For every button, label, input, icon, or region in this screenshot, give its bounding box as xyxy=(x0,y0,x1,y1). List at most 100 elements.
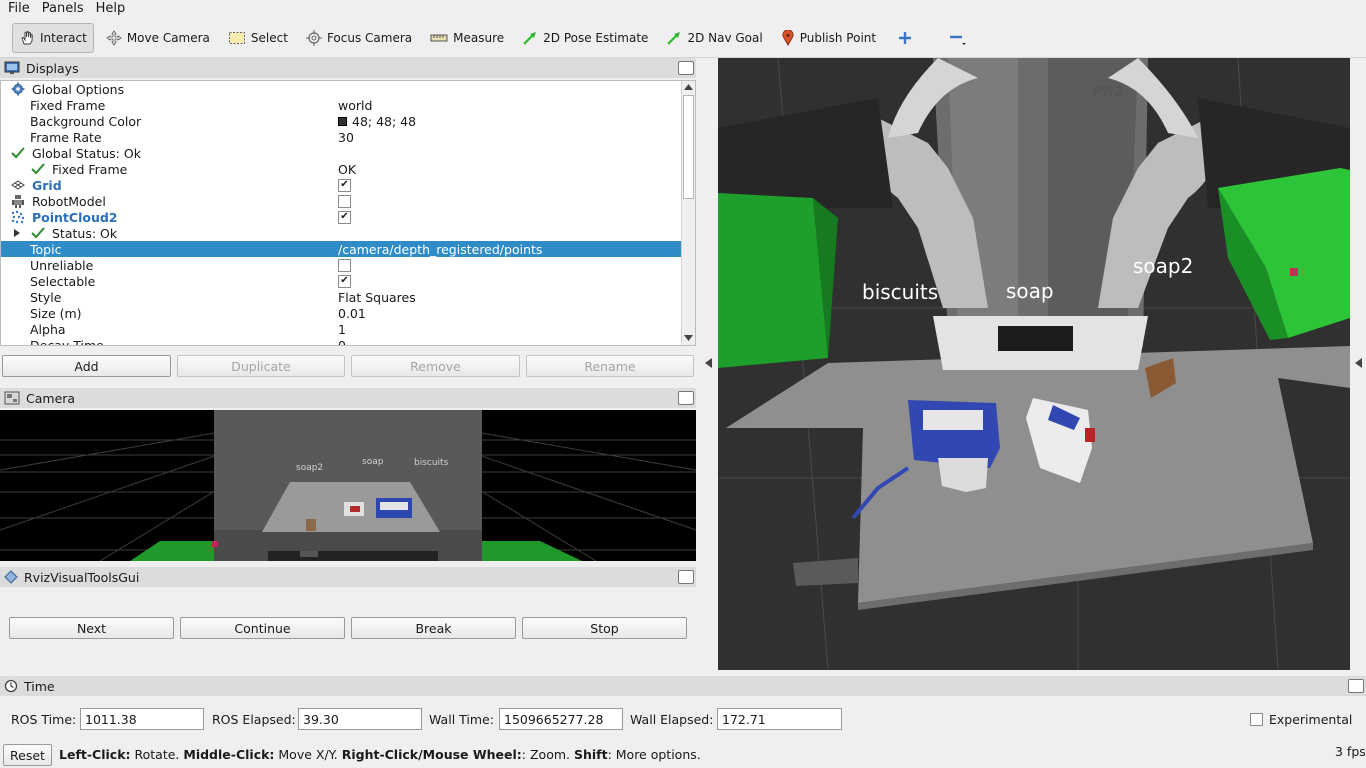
ros-time-field[interactable]: 1011.38 xyxy=(80,708,204,730)
scroll-down-icon[interactable] xyxy=(684,335,693,341)
collapse-left-arrow-icon[interactable] xyxy=(705,358,712,368)
grid-enabled-checkbox[interactable]: ✔ xyxy=(338,178,351,192)
tree-row-grid[interactable]: Grid ✔ xyxy=(1,177,682,193)
selectable-checkbox[interactable]: ✔ xyxy=(338,274,351,288)
reset-button[interactable]: Reset xyxy=(3,744,52,766)
frame-rate-value[interactable]: 30 xyxy=(338,130,354,145)
robot-model-enabled-checkbox[interactable] xyxy=(338,194,351,208)
tree-row-robot-model[interactable]: RobotModel xyxy=(1,193,682,209)
measure-tool-label: Measure xyxy=(453,30,505,45)
add-display-button[interactable]: Add xyxy=(2,355,171,377)
color-swatch xyxy=(338,116,347,126)
topic-value[interactable]: /camera/depth_registered/points xyxy=(338,242,542,257)
tree-label: Global Status: Ok xyxy=(32,145,141,161)
decay-time-value[interactable]: 0 xyxy=(338,338,346,346)
expand-arrow-icon[interactable] xyxy=(13,228,21,238)
ros-elapsed-field[interactable]: 39.30 xyxy=(298,708,422,730)
tree-label: Selectable xyxy=(30,273,96,289)
tree-row-status-ok[interactable]: Status: Ok xyxy=(1,225,682,241)
tree-label: RobotModel xyxy=(32,193,106,209)
tree-row-unreliable[interactable]: Unreliable xyxy=(1,257,682,273)
checkmark-icon xyxy=(11,147,25,159)
continue-button[interactable]: Continue xyxy=(180,617,345,639)
move-camera-tool-button[interactable]: Move Camera xyxy=(100,23,216,53)
menu-panels[interactable]: Panels xyxy=(37,1,89,16)
3d-render-view[interactable]: biscuits soap soap2 PR2 xyxy=(718,58,1350,670)
remove-tool-button[interactable] xyxy=(943,23,978,53)
ros-time-label: ROS Time: xyxy=(11,712,77,727)
select-icon xyxy=(228,31,245,44)
unreliable-checkbox[interactable] xyxy=(338,258,351,272)
rviz-tools-panel-title: RvizVisualToolsGui xyxy=(24,569,140,585)
tree-row-pointcloud2[interactable]: PointCloud2 ✔ xyxy=(1,209,682,225)
tree-row-decay-time[interactable]: Decay Time 0 xyxy=(1,337,682,346)
camera-panel-title: Camera xyxy=(26,390,76,406)
menu-file[interactable]: File xyxy=(0,1,35,16)
rviz-tools-float-button[interactable] xyxy=(678,570,694,584)
next-button[interactable]: Next xyxy=(9,617,174,639)
checkmark-icon xyxy=(31,227,45,239)
status-right-click: Right-Click/Mouse Wheel: xyxy=(341,747,522,762)
menu-bar: File Panels Help xyxy=(0,0,1366,17)
tree-row-alpha[interactable]: Alpha 1 xyxy=(1,321,682,337)
tree-row-frame-rate[interactable]: Frame Rate 30 xyxy=(1,129,682,145)
plus-icon xyxy=(899,31,912,44)
pointcloud-icon xyxy=(11,210,25,224)
wall-time-field[interactable]: 1509665277.28 xyxy=(499,708,623,730)
add-tool-button[interactable] xyxy=(892,23,923,53)
tree-row-fixed-frame-status[interactable]: Fixed Frame OK xyxy=(1,161,682,177)
menu-help[interactable]: Help xyxy=(91,1,131,16)
pose-estimate-tool-label: 2D Pose Estimate xyxy=(543,30,649,45)
break-button[interactable]: Break xyxy=(351,617,516,639)
wall-elapsed-field[interactable]: 172.71 xyxy=(717,708,842,730)
tree-row-background-color[interactable]: Background Color 48; 48; 48 xyxy=(1,113,682,129)
measure-tool-button[interactable]: Measure xyxy=(424,23,510,53)
select-tool-button[interactable]: Select xyxy=(222,23,294,53)
remove-display-button[interactable]: Remove xyxy=(351,355,520,377)
pointcloud2-enabled-checkbox[interactable]: ✔ xyxy=(338,210,351,224)
tree-label: Unreliable xyxy=(30,257,94,273)
wall-time-label: Wall Time: xyxy=(429,712,494,727)
displays-scrollbar[interactable] xyxy=(681,81,695,345)
tree-row-fixed-frame[interactable]: Fixed Frame world xyxy=(1,97,682,113)
scroll-up-icon[interactable] xyxy=(684,84,693,90)
nav-goal-tool-label: 2D Nav Goal xyxy=(687,30,763,45)
tree-label: Grid xyxy=(32,177,62,193)
experimental-checkbox[interactable] xyxy=(1250,713,1263,726)
rename-display-button[interactable]: Rename xyxy=(526,355,694,377)
time-float-button[interactable] xyxy=(1348,679,1364,693)
scrollbar-thumb[interactable] xyxy=(683,95,694,199)
pose-estimate-tool-button[interactable]: 2D Pose Estimate xyxy=(516,23,654,53)
tree-row-global-options[interactable]: Global Options xyxy=(1,81,682,97)
stop-button[interactable]: Stop xyxy=(522,617,687,639)
background-color-value[interactable]: 48; 48; 48 xyxy=(338,114,416,129)
displays-panel-header: Displays xyxy=(0,58,696,78)
fixed-frame-value[interactable]: world xyxy=(338,98,372,113)
displays-tree[interactable]: Global Options Fixed Frame world Backgro… xyxy=(0,80,696,346)
camera-label-soap: soap xyxy=(362,457,384,467)
tree-row-topic[interactable]: Topic /camera/depth_registered/points xyxy=(1,241,682,257)
3d-label-biscuits: biscuits xyxy=(862,280,938,304)
tree-row-global-status[interactable]: Global Status: Ok xyxy=(1,145,682,161)
camera-label-soap2: soap2 xyxy=(296,463,323,473)
displays-float-button[interactable] xyxy=(678,61,694,75)
alpha-value[interactable]: 1 xyxy=(338,322,346,337)
interact-tool-button[interactable]: Interact xyxy=(12,22,94,53)
camera-image-view[interactable]: soap2 soap biscuits xyxy=(0,410,696,561)
nav-goal-tool-button[interactable]: 2D Nav Goal xyxy=(660,23,768,53)
3d-label-pr2: PR2 xyxy=(1093,84,1124,100)
tree-label: Global Options xyxy=(32,81,125,97)
publish-point-tool-button[interactable]: Publish Point xyxy=(775,23,882,53)
camera-float-button[interactable] xyxy=(678,391,694,405)
tree-row-size[interactable]: Size (m) 0.01 xyxy=(1,305,682,321)
measure-icon xyxy=(430,34,448,41)
tree-row-selectable[interactable]: Selectable ✔ xyxy=(1,273,682,289)
displays-panel-title: Displays xyxy=(26,60,79,76)
collapse-right-arrow-icon[interactable] xyxy=(1355,358,1362,368)
size-value[interactable]: 0.01 xyxy=(338,306,366,321)
tree-row-style[interactable]: Style Flat Squares xyxy=(1,289,682,305)
toolbar: Interact Move Camera Select Focus Camera… xyxy=(0,18,1366,58)
focus-camera-tool-button[interactable]: Focus Camera xyxy=(300,23,418,53)
style-value[interactable]: Flat Squares xyxy=(338,290,416,305)
duplicate-display-button[interactable]: Duplicate xyxy=(177,355,345,377)
